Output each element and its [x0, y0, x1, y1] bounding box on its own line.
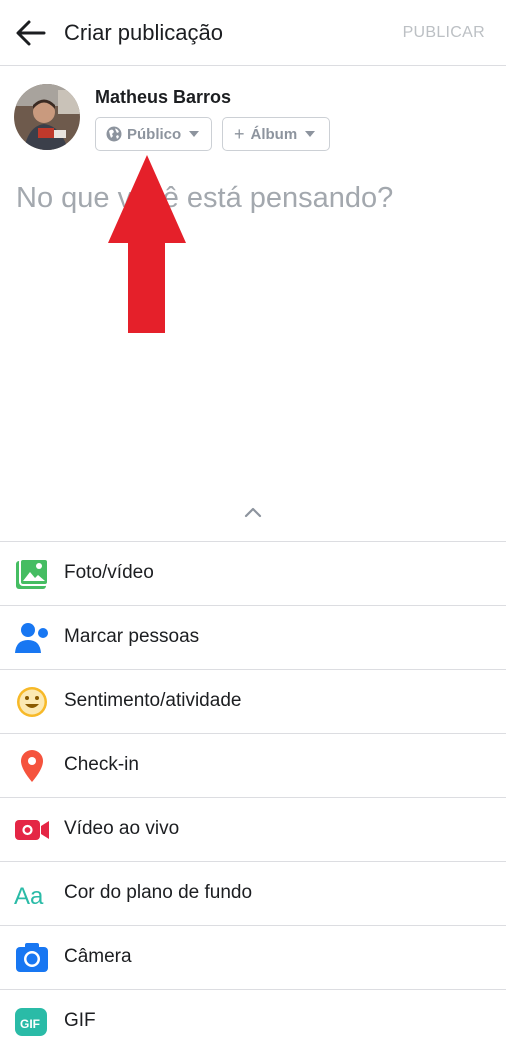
action-label: GIF — [64, 1010, 96, 1031]
action-photo-video[interactable]: Foto/vídeo — [0, 541, 506, 605]
back-arrow-icon[interactable] — [14, 18, 48, 48]
caret-down-icon — [189, 131, 200, 137]
red-arrow-icon — [108, 155, 186, 333]
action-label: Check-in — [64, 754, 139, 775]
page-title: Criar publicação — [64, 20, 223, 45]
action-label: Câmera — [64, 946, 132, 967]
live-video-icon — [15, 820, 49, 840]
action-check-in[interactable]: Check-in — [0, 733, 506, 797]
album-label: Álbum — [250, 125, 298, 143]
action-label: Vídeo ao vivo — [64, 818, 180, 839]
action-label: Sentimento/atividade — [64, 690, 242, 711]
svg-text:GIF: GIF — [20, 1017, 40, 1031]
svg-text:Aa: Aa — [14, 883, 44, 910]
album-selector[interactable]: + Álbum — [222, 117, 330, 151]
caret-down-icon — [305, 131, 316, 137]
action-background-color[interactable]: Aa Cor do plano de fundo — [0, 861, 506, 925]
action-feeling-activity[interactable]: Sentimento/atividade — [0, 669, 506, 733]
avatar — [14, 84, 80, 150]
location-pin-icon — [21, 750, 43, 782]
action-gif[interactable]: GIF GIF — [0, 989, 506, 1053]
action-live-video[interactable]: Vídeo ao vivo — [0, 797, 506, 861]
chevron-up-icon[interactable] — [243, 505, 263, 519]
audience-label: Público — [127, 125, 182, 143]
action-camera[interactable]: Câmera — [0, 925, 506, 989]
tag-people-icon — [15, 623, 48, 653]
globe-icon — [106, 126, 122, 142]
gif-icon: GIF — [15, 1008, 47, 1036]
action-label: Foto/vídeo — [64, 562, 154, 583]
photo-video-icon — [16, 558, 49, 589]
audience-selector[interactable]: Público — [95, 117, 212, 151]
feeling-icon — [17, 687, 47, 717]
action-label: Marcar pessoas — [64, 626, 200, 647]
plus-icon: + — [234, 123, 245, 144]
publish-button[interactable]: PUBLICAR — [403, 24, 485, 42]
user-name: Matheus Barros — [95, 87, 232, 107]
action-tag-people[interactable]: Marcar pessoas — [0, 605, 506, 669]
post-text-input[interactable]: No que você está pensando? — [16, 182, 393, 215]
action-label: Cor do plano de fundo — [64, 882, 253, 903]
background-color-icon: Aa — [14, 883, 44, 910]
post-actions-list: Foto/vídeo Marcar pessoas Sentimento/ati… — [0, 541, 506, 1053]
red-arrow-annotation — [108, 155, 186, 333]
top-bar: Criar publicação PUBLICAR — [0, 0, 506, 66]
camera-icon — [16, 943, 48, 972]
